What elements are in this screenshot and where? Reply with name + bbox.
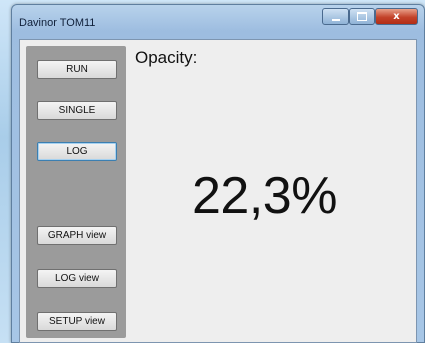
close-button[interactable]: x [375,8,418,25]
single-button[interactable]: SINGLE [37,101,117,120]
close-icon: x [393,11,400,22]
setup-view-button[interactable]: SETUP view [37,312,117,331]
client-area: RUN SINGLE LOG GRAPH view LOG view SETUP… [19,39,417,343]
sidebar-panel: RUN SINGLE LOG GRAPH view LOG view SETUP… [26,46,126,338]
minimize-button[interactable] [322,8,349,25]
window-title: Davinor TOM11 [19,17,96,29]
log-button[interactable]: LOG [37,142,117,161]
graph-view-button[interactable]: GRAPH view [37,226,117,245]
run-button[interactable]: RUN [37,60,117,79]
title-bar[interactable]: Davinor TOM11 x [11,4,425,38]
log-view-button[interactable]: LOG view [37,269,117,288]
minimize-icon [331,18,340,21]
opacity-value: 22,3% [192,167,337,225]
maximize-icon [357,12,367,21]
app-window: Davinor TOM11 x RUN SINGLE LOG GRAPH vie… [11,4,425,343]
maximize-button[interactable] [349,8,375,25]
opacity-label: Opacity: [135,48,198,67]
